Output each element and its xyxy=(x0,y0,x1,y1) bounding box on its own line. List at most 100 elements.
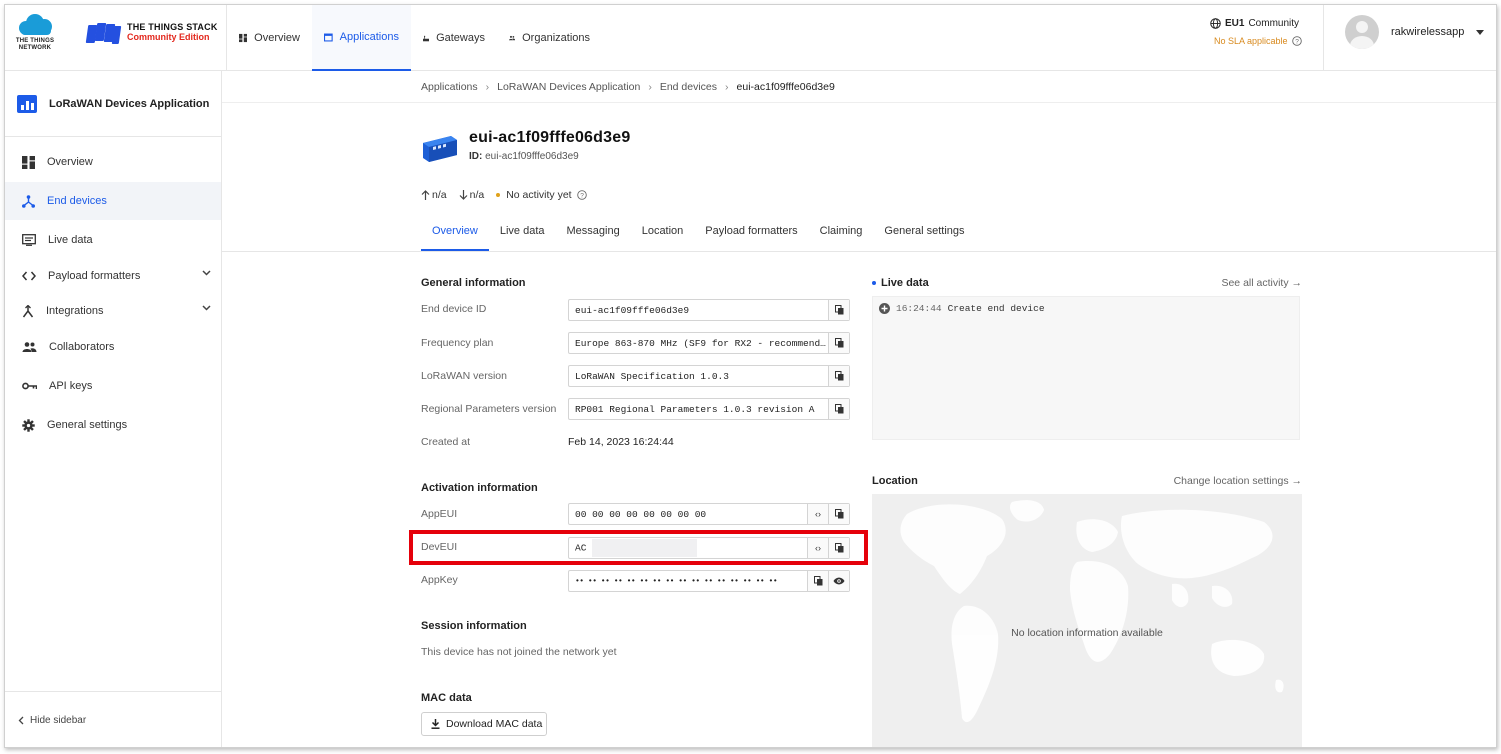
tts-logo[interactable]: THE THINGS STACK Community Edition xyxy=(85,19,225,45)
arrow-up-icon xyxy=(421,190,430,200)
tab-messaging[interactable]: Messaging xyxy=(556,219,631,251)
sidebar-app-name: LoRaWAN Devices Application xyxy=(49,97,210,110)
sidebar-item-live-data[interactable]: Live data xyxy=(5,221,221,259)
chevron-down-icon[interactable] xyxy=(202,305,211,311)
tab-payload-formatters[interactable]: Payload formatters xyxy=(694,219,808,251)
chevron-left-icon xyxy=(18,716,24,725)
tab-location[interactable]: Location xyxy=(631,219,695,251)
list-item[interactable]: 16:24:44 Create end device xyxy=(879,303,1045,314)
copy-button[interactable] xyxy=(828,366,849,386)
copy-button[interactable] xyxy=(807,571,828,591)
location-title: Location xyxy=(872,475,918,487)
help-icon[interactable]: ? xyxy=(1291,36,1302,46)
tts-logo-mark xyxy=(85,23,122,44)
hide-sidebar-button[interactable]: Hide sidebar xyxy=(5,691,221,747)
user-menu[interactable]: rakwirelessapp xyxy=(1345,15,1485,49)
sidebar-app-header[interactable]: LoRaWAN Devices Application xyxy=(5,71,221,137)
app-eui-value: 00 00 00 00 00 00 00 00 xyxy=(575,508,707,520)
avatar xyxy=(1345,15,1379,49)
sidebar-item-payload-formatters[interactable]: Payload formatters xyxy=(5,257,221,295)
app-key-label: AppKey xyxy=(421,574,458,586)
world-map-image xyxy=(900,500,1284,723)
copy-button[interactable] xyxy=(828,333,849,353)
created-at-value: Feb 14, 2023 16:24:44 xyxy=(568,436,674,448)
sidebar-item-api-keys[interactable]: API keys xyxy=(5,367,221,405)
app-window: THE THINGS NETWORK THE THINGS STACK Commu… xyxy=(4,4,1497,748)
code-icon: ‹› xyxy=(815,509,821,519)
event-text: Create end device xyxy=(947,303,1045,314)
no-location-message: No location information available xyxy=(1011,627,1163,639)
breadcrumb-application[interactable]: LoRaWAN Devices Application xyxy=(497,81,640,93)
copy-icon xyxy=(834,509,843,519)
tab-claiming[interactable]: Claiming xyxy=(809,219,874,251)
live-data-icon xyxy=(22,234,36,246)
tts-logo-edition: Community Edition xyxy=(127,32,210,42)
download-mac-data-button[interactable]: Download MAC data xyxy=(421,712,547,736)
chevron-down-icon[interactable] xyxy=(202,270,211,276)
device-stats: n/a n/a No activity yet ? xyxy=(421,189,587,201)
device-header: eui-ac1f09fffe06d3e9 ID: eui-ac1f09fffe0… xyxy=(421,129,630,163)
breadcrumb-separator: › xyxy=(485,80,490,93)
sidebar-item-general-settings[interactable]: General settings xyxy=(5,406,221,444)
copy-icon xyxy=(834,371,843,381)
copy-button[interactable] xyxy=(828,300,849,320)
show-key-button[interactable] xyxy=(828,571,849,591)
sidebar-item-end-devices[interactable]: End devices xyxy=(5,182,221,220)
nav-gateways[interactable]: Gateways xyxy=(411,5,497,71)
ttn-logo-text: THE THINGS NETWORK xyxy=(15,38,55,51)
end-device-icon xyxy=(421,133,459,163)
tts-logo-title: THE THINGS STACK xyxy=(127,22,218,32)
svg-text:?: ? xyxy=(1295,38,1299,45)
general-info-title: General information xyxy=(421,277,526,289)
ttn-logo[interactable]: THE THINGS NETWORK xyxy=(13,13,57,61)
location-map[interactable]: No location information available xyxy=(872,494,1302,747)
toggle-format-button[interactable]: ‹› xyxy=(807,504,828,524)
event-time: 16:24:44 xyxy=(896,303,942,314)
app-eui-label: AppEUI xyxy=(421,508,458,520)
help-icon[interactable]: ? xyxy=(576,190,587,200)
breadcrumb-separator: › xyxy=(648,80,652,93)
copy-button[interactable] xyxy=(828,399,849,419)
arrow-down-icon xyxy=(459,190,468,200)
tab-overview[interactable]: Overview xyxy=(421,219,489,251)
caret-down-icon xyxy=(1476,29,1485,35)
nav-organizations[interactable]: Organizations xyxy=(497,5,602,71)
breadcrumb-applications[interactable]: Applications xyxy=(421,81,478,93)
username: rakwirelessapp xyxy=(1391,26,1465,38)
breadcrumb-separator: › xyxy=(725,80,729,93)
frequency-plan-value: Europe 863-870 MHz (SF9 for RX2 - recomm… xyxy=(575,337,828,349)
nav-overview[interactable]: Overview xyxy=(227,5,312,71)
change-location-settings-link[interactable]: Change location settings → xyxy=(1174,475,1302,487)
live-data-panel: 16:24:44 Create end device xyxy=(872,296,1300,440)
app-key-field: •• •• •• •• •• •• •• •• •• •• •• •• •• •… xyxy=(568,570,850,592)
tab-live-data[interactable]: Live data xyxy=(489,219,556,251)
copy-button[interactable] xyxy=(828,504,849,524)
live-indicator-dot xyxy=(872,281,876,285)
grid-icon xyxy=(239,33,248,43)
regional-params-label: Regional Parameters version xyxy=(421,403,557,415)
copy-icon xyxy=(834,305,843,315)
see-all-activity-link[interactable]: See all activity → xyxy=(1221,277,1302,289)
gateway-icon xyxy=(423,35,430,41)
copy-icon xyxy=(834,404,843,414)
nav-applications[interactable]: Applications xyxy=(312,5,411,71)
main-content: Applications › LoRaWAN Devices Applicati… xyxy=(222,71,1496,747)
device-title: eui-ac1f09fffe06d3e9 xyxy=(469,129,631,146)
lorawan-version-label: LoRaWAN version xyxy=(421,370,507,382)
dashboard-icon xyxy=(22,155,35,169)
download-icon xyxy=(431,719,440,729)
regional-params-field: RP001 Regional Parameters 1.0.3 revision… xyxy=(568,398,850,420)
tab-general-settings[interactable]: General settings xyxy=(873,219,975,251)
breadcrumb-end-devices[interactable]: End devices xyxy=(660,81,717,93)
sidebar-item-collaborators[interactable]: Collaborators xyxy=(5,328,221,366)
breadcrumb-current: eui-ac1f09fffe06d3e9 xyxy=(736,80,835,93)
network-info[interactable]: EU1 Community No SLA applicable ? xyxy=(1210,18,1320,46)
uplink-count: n/a xyxy=(421,189,447,201)
session-info-title: Session information xyxy=(421,620,527,632)
sla-text: No SLA applicable xyxy=(1214,36,1288,46)
sidebar-item-overview[interactable]: Overview xyxy=(5,143,221,181)
copy-icon xyxy=(834,338,843,348)
sidebar-item-integrations[interactable]: Integrations xyxy=(5,292,221,330)
status-dot xyxy=(496,193,501,197)
svg-text:?: ? xyxy=(580,192,584,199)
